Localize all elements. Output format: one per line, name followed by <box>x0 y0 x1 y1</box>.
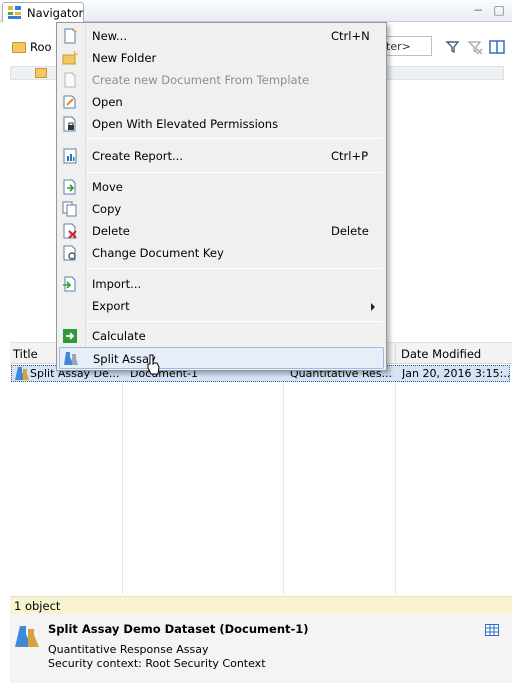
menu-item-split-assay[interactable]: Split Assay <box>59 347 384 369</box>
template-icon <box>64 72 76 88</box>
menu-item-export[interactable]: Export <box>59 295 384 317</box>
navigator-icon <box>8 6 21 19</box>
maximize-button[interactable]: □ <box>492 3 506 17</box>
menu-item-delete[interactable]: Delete Delete <box>59 220 384 242</box>
details-type: Quantitative Response Assay <box>48 643 209 656</box>
minimize-button[interactable]: − <box>471 3 485 17</box>
menu-item-shortcut: Ctrl+P <box>331 149 369 163</box>
menu-item-label: Calculate <box>92 329 146 343</box>
column-header-date-modified[interactable]: Date Modified <box>401 347 481 361</box>
menu-item-import[interactable]: Import... <box>59 273 384 295</box>
menu-item-label: New... <box>92 29 127 43</box>
menu-item-label: Create Report... <box>92 149 183 163</box>
root-label[interactable]: Roo <box>30 40 52 54</box>
assay-icon <box>15 367 29 380</box>
menu-item-create-from-template[interactable]: Create new Document From Template <box>59 69 384 91</box>
copy-icon <box>62 201 77 217</box>
new-folder-icon <box>62 50 78 65</box>
menu-item-change-document-key[interactable]: Change Document Key <box>59 242 384 264</box>
lock-document-icon <box>63 116 76 132</box>
menu-item-create-report[interactable]: Create Report... Ctrl+P <box>59 145 384 167</box>
menu-item-shortcut: Delete <box>331 224 369 238</box>
column-gridline <box>283 382 284 594</box>
folder-icon <box>35 68 47 78</box>
menu-separator <box>87 268 382 269</box>
menu-item-label: Change Document Key <box>92 246 224 260</box>
column-gridline <box>122 382 123 594</box>
row-date: Jan 20, 2016 3:15:... <box>402 367 510 380</box>
details-title: Split Assay Demo Dataset (Document-1) <box>48 622 309 636</box>
mouse-pointer-icon <box>147 354 160 375</box>
filter-placeholder: lter> <box>383 40 411 53</box>
open-icon <box>63 95 76 109</box>
root-folder-icon <box>12 42 26 53</box>
navigator-tab[interactable]: Navigator <box>2 2 84 22</box>
menu-item-shortcut: Ctrl+N <box>331 29 370 43</box>
menu-item-label: Open With Elevated Permissions <box>92 117 279 131</box>
menu-separator <box>87 138 382 139</box>
split-assay-icon <box>64 352 78 365</box>
submenu-arrow-icon <box>371 303 375 311</box>
menu-item-new-folder[interactable]: New Folder <box>59 47 384 69</box>
object-count: 1 object <box>14 599 61 613</box>
column-gridline <box>395 382 396 594</box>
menu-separator <box>87 321 382 322</box>
navigator-tab-label: Navigator <box>27 6 84 20</box>
details-security: Security context: Root Security Context <box>48 657 266 670</box>
move-icon <box>63 179 76 195</box>
menu-item-calculate[interactable]: Calculate <box>59 325 384 347</box>
menu-item-label: New Folder <box>92 51 157 65</box>
assay-icon <box>15 626 39 647</box>
menu-item-copy[interactable]: Copy <box>59 198 384 220</box>
filter-icon[interactable] <box>445 39 461 55</box>
menu-item-move[interactable]: Move <box>59 176 384 198</box>
menu-item-label: Copy <box>92 202 122 216</box>
key-icon <box>63 245 76 261</box>
table-view-icon[interactable] <box>485 624 499 636</box>
column-separator[interactable] <box>395 343 396 365</box>
delete-icon <box>63 223 77 239</box>
details-panel: Split Assay Demo Dataset (Document-1) Qu… <box>10 614 512 683</box>
calculate-icon <box>63 329 77 343</box>
import-icon <box>63 276 76 292</box>
menu-item-open[interactable]: Open <box>59 91 384 113</box>
menu-item-label: Delete <box>92 224 130 238</box>
menu-item-label: Export <box>92 299 130 313</box>
menu-item-open-elevated[interactable]: Open With Elevated Permissions <box>59 113 384 135</box>
menu-item-label: Create new Document From Template <box>92 73 310 87</box>
columns-icon[interactable] <box>489 39 505 55</box>
menu-item-label: Move <box>92 180 123 194</box>
new-document-icon <box>64 28 77 44</box>
context-menu: New... Ctrl+N New Folder Create new Docu… <box>56 22 387 371</box>
menu-item-label: Import... <box>92 277 142 291</box>
view-title-bar: Navigator − □ <box>0 0 512 22</box>
menu-separator <box>87 172 382 173</box>
column-header-title[interactable]: Title <box>13 347 38 361</box>
report-icon <box>63 148 77 164</box>
clear-filter-icon[interactable] <box>467 39 483 55</box>
menu-item-new[interactable]: New... Ctrl+N <box>59 25 384 47</box>
status-bar: 1 object <box>10 596 512 614</box>
menu-item-label: Open <box>92 95 123 109</box>
